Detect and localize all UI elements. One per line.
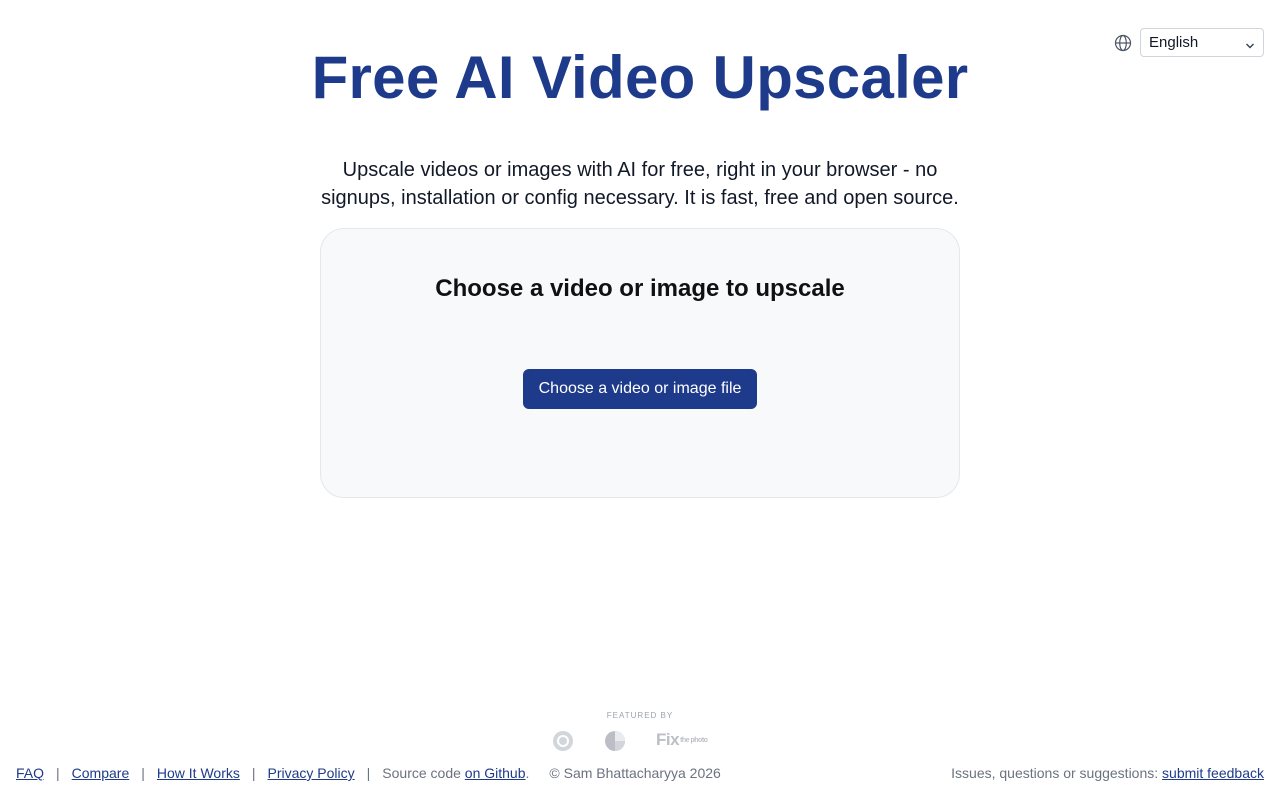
source-code-text: Source code — [382, 765, 465, 781]
featured-label: FEATURED BY — [606, 711, 674, 720]
page-title: Free AI Video Upscaler — [311, 44, 969, 111]
footer-separator: | — [366, 765, 371, 781]
footer-links: FAQ | Compare | How It Works | Privacy Policy |… — [16, 765, 721, 781]
github-link[interactable]: on Github — [465, 765, 526, 781]
upload-heading: Choose a video or image to upscale — [435, 275, 845, 302]
submit-feedback-link[interactable]: submit feedback — [1162, 765, 1264, 781]
footer-separator: | — [251, 765, 256, 781]
upload-card: Choose a video or image to upscale Choos… — [320, 228, 960, 498]
footer-separator: | — [141, 765, 145, 781]
fix-the-photo-logo[interactable]: Fixthe photo — [656, 730, 708, 750]
page: English Free AI Video Upscaler Upscale v… — [0, 0, 1280, 800]
footer-link-privacy-policy[interactable]: Privacy Policy — [268, 765, 355, 781]
footer-link-faq[interactable]: FAQ — [16, 765, 44, 781]
feedback-prefix: Issues, questions or suggestions: — [951, 765, 1163, 781]
pie-logo-icon[interactable] — [604, 730, 626, 757]
feedback-area: Issues, questions or suggestions: submit… — [951, 765, 1264, 781]
copyright-text: © Sam Bhattacharyya 2026 — [549, 765, 721, 781]
source-code-suffix: . — [525, 765, 530, 781]
choose-file-button[interactable]: Choose a video or image file — [523, 369, 757, 409]
page-subtitle: Upscale videos or images with AI for fre… — [321, 159, 959, 209]
featured-logos: Fixthe photo — [550, 728, 730, 752]
footer-link-compare[interactable]: Compare — [72, 765, 130, 781]
footer-separator: | — [56, 765, 60, 781]
circle-logo-icon[interactable] — [552, 730, 574, 757]
footer-link-how-it-works[interactable]: How It Works — [157, 765, 240, 781]
